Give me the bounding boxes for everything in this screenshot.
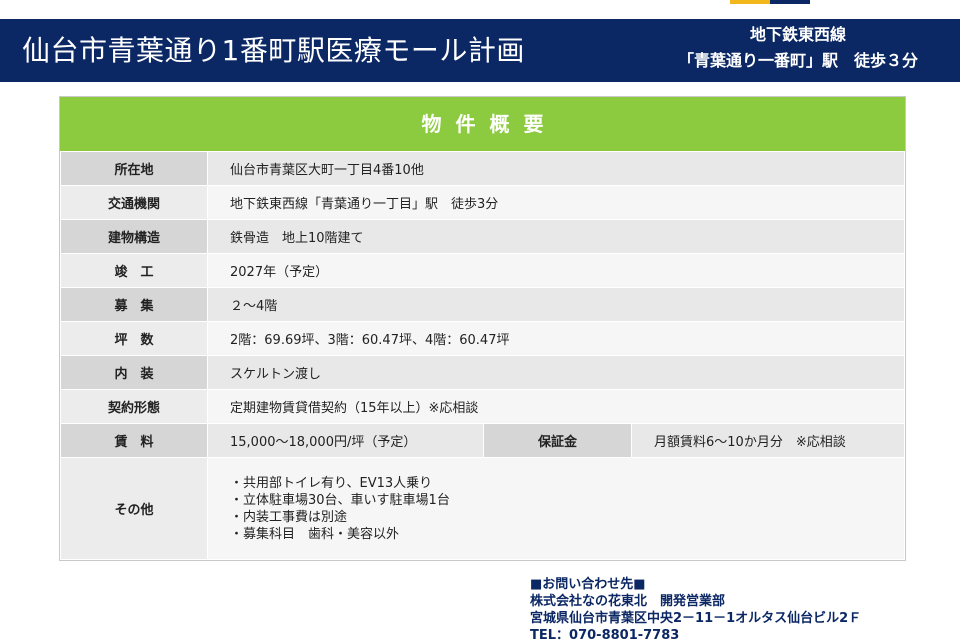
row-value-completion: 2027年（予定）	[207, 253, 905, 288]
row-value-location: 仙台市青葉区大町一丁目4番10他	[207, 151, 905, 186]
access-line-subway: 地下鉄東西線	[749, 25, 846, 44]
table-row: 竣 工 2027年（予定）	[60, 253, 905, 288]
row-label-contract: 契約形態	[60, 389, 208, 424]
row-label-structure: 建物構造	[60, 219, 208, 254]
contact-company: 株式会社なの花東北 開発営業部	[530, 594, 726, 609]
row-value-recruitment: ２～4階	[207, 287, 905, 322]
row-label-rent: 賃 料	[60, 423, 208, 458]
row-label-others: その他	[60, 457, 208, 560]
row-value-rent: 15,000～18,000円/坪（予定）	[207, 423, 484, 458]
row-value-structure: 鉄骨造 地上10階建て	[207, 219, 905, 254]
row-value-deposit: 月額賃料6～10か月分 ※応相談	[631, 423, 905, 458]
contact-heading: ■お問い合わせ先■	[530, 577, 646, 592]
row-value-others: ・共用部トイレ有り、EV13人乗り ・立体駐車場30台、車いす駐車場1台 ・内装…	[207, 457, 905, 560]
list-item: ・募集科目 歯科・美容以外	[230, 526, 400, 542]
header-banner: 仙台市青葉通り1番町駅医療モール計画 地下鉄東西線 「青葉通り一番町」駅 徒歩３…	[0, 19, 960, 82]
page-title: 仙台市青葉通り1番町駅医療モール計画	[22, 34, 525, 67]
table-row: 契約形態 定期建物賃貸借契約（15年以上）※応相談	[60, 389, 905, 424]
list-item: ・内装工事費は別途	[230, 509, 348, 525]
row-value-transport: 地下鉄東西線「青葉通り一丁目」駅 徒歩3分	[207, 185, 905, 220]
list-item: ・立体駐車場30台、車いす駐車場1台	[230, 492, 450, 508]
row-label-interior: 内 装	[60, 355, 208, 390]
top-accent-bar	[730, 0, 810, 4]
row-value-contract: 定期建物賃貸借契約（15年以上）※応相談	[207, 389, 905, 424]
row-label-deposit: 保証金	[483, 423, 632, 458]
row-label-recruitment: 募 集	[60, 287, 208, 322]
access-info: 地下鉄東西線 「青葉通り一番町」駅 徒歩３分	[658, 23, 938, 75]
accent-yellow-block	[730, 0, 770, 4]
table-row: 建物構造 鉄骨造 地上10階建て	[60, 219, 905, 254]
overview-title: 物件概要	[60, 97, 905, 151]
table-row: 坪 数 2階：69.69坪、3階：60.47坪、4階：60.47坪	[60, 321, 905, 356]
row-value-interior: スケルトン渡し	[207, 355, 905, 390]
table-row: 内 装 スケルトン渡し	[60, 355, 905, 390]
row-label-location: 所在地	[60, 151, 208, 186]
list-item: ・共用部トイレ有り、EV13人乗り	[230, 475, 433, 491]
row-value-floor-area: 2階：69.69坪、3階：60.47坪、4階：60.47坪	[207, 321, 905, 356]
contact-info: ■お問い合わせ先■ 株式会社なの花東北 開発営業部 宮城県仙台市青葉区中央2－1…	[530, 576, 861, 640]
table-row: 募 集 ２～4階	[60, 287, 905, 322]
row-label-transport: 交通機関	[60, 185, 208, 220]
property-overview: 物件概要 所在地 仙台市青葉区大町一丁目4番10他 交通機関 地下鉄東西線「青葉…	[59, 96, 906, 561]
accent-navy-block	[770, 0, 810, 4]
row-label-completion: 竣 工	[60, 253, 208, 288]
overview-table: 所在地 仙台市青葉区大町一丁目4番10他 交通機関 地下鉄東西線「青葉通り一丁目…	[60, 151, 905, 560]
row-label-floor-area: 坪 数	[60, 321, 208, 356]
others-list: ・共用部トイレ有り、EV13人乗り ・立体駐車場30台、車いす駐車場1台 ・内装…	[208, 475, 904, 543]
table-row: その他 ・共用部トイレ有り、EV13人乗り ・立体駐車場30台、車いす駐車場1台…	[60, 457, 905, 560]
table-row: 所在地 仙台市青葉区大町一丁目4番10他	[60, 151, 905, 186]
table-row: 交通機関 地下鉄東西線「青葉通り一丁目」駅 徒歩3分	[60, 185, 905, 220]
contact-address: 宮城県仙台市青葉区中央2－11－1オルタス仙台ビル2Ｆ	[530, 611, 862, 626]
contact-tel: TEL：070-8801-7783	[530, 628, 680, 640]
access-line-station: 「青葉通り一番町」駅 徒歩３分	[677, 51, 918, 70]
table-row: 賃 料 15,000～18,000円/坪（予定） 保証金 月額賃料6～10か月分…	[60, 423, 905, 458]
